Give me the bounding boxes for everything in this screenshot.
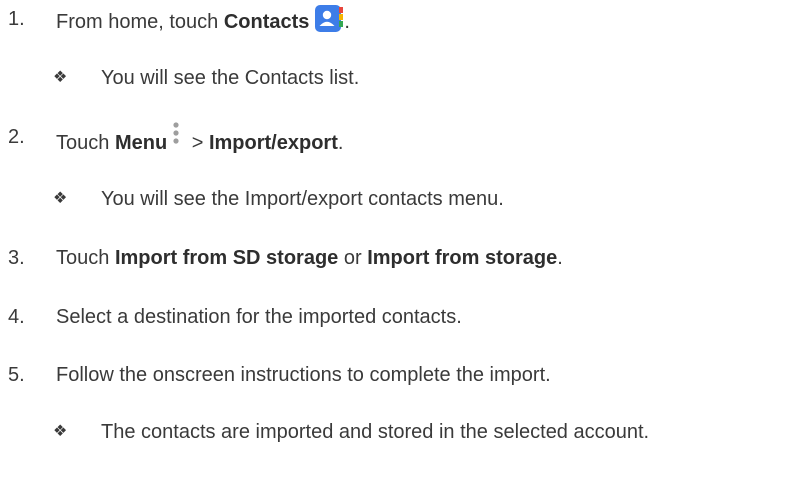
- bullet-text: The contacts are imported and stored in …: [101, 421, 650, 443]
- step-text-part: or: [338, 247, 368, 269]
- step-bold-term: Import/export: [208, 132, 338, 154]
- step-bold-term: Contacts: [223, 11, 310, 33]
- step-number: 5.: [8, 364, 25, 386]
- contacts-app-icon: [314, 4, 344, 34]
- bullet-text: You will see the Contacts list.: [101, 67, 360, 89]
- step-number: 4.: [8, 306, 25, 328]
- bullet-diamond-icon: ❖: [53, 423, 68, 440]
- bullet-text: You will see the Import/export contacts …: [101, 188, 504, 210]
- step-text: Follow the onscreen instructions to comp…: [56, 364, 551, 386]
- step-text: Select a destination for the imported co…: [56, 306, 462, 328]
- step-text-part: .: [557, 247, 563, 269]
- step-text-part: From home, touch: [56, 11, 224, 33]
- step-text: Touch Import from SD storage or Import f…: [56, 243, 563, 273]
- step-bold-term: Import from storage: [367, 247, 558, 269]
- bullet-diamond-icon: ❖: [53, 69, 68, 86]
- step-number: 3.: [8, 247, 25, 269]
- step-text-part: Touch: [56, 132, 115, 154]
- step-text-part: Touch: [56, 247, 115, 269]
- step-text-part: .: [344, 11, 350, 33]
- bullet-diamond-icon: ❖: [53, 190, 68, 207]
- step-text-part: .: [337, 132, 344, 154]
- instruction-document: 1. From home, touch Contacts . ❖ You wil…: [0, 0, 811, 497]
- step-text: From home, touch Contacts .: [56, 4, 350, 37]
- step-number: 2.: [8, 126, 25, 148]
- step-bold-term: Menu: [114, 132, 168, 154]
- step-text: Touch Menu > Import/export.: [56, 122, 343, 158]
- step-text-part: >: [186, 132, 209, 154]
- step-number: 1.: [8, 8, 25, 30]
- step-bold-term: Import from SD storage: [114, 247, 339, 269]
- menu-overflow-icon: [172, 122, 180, 152]
